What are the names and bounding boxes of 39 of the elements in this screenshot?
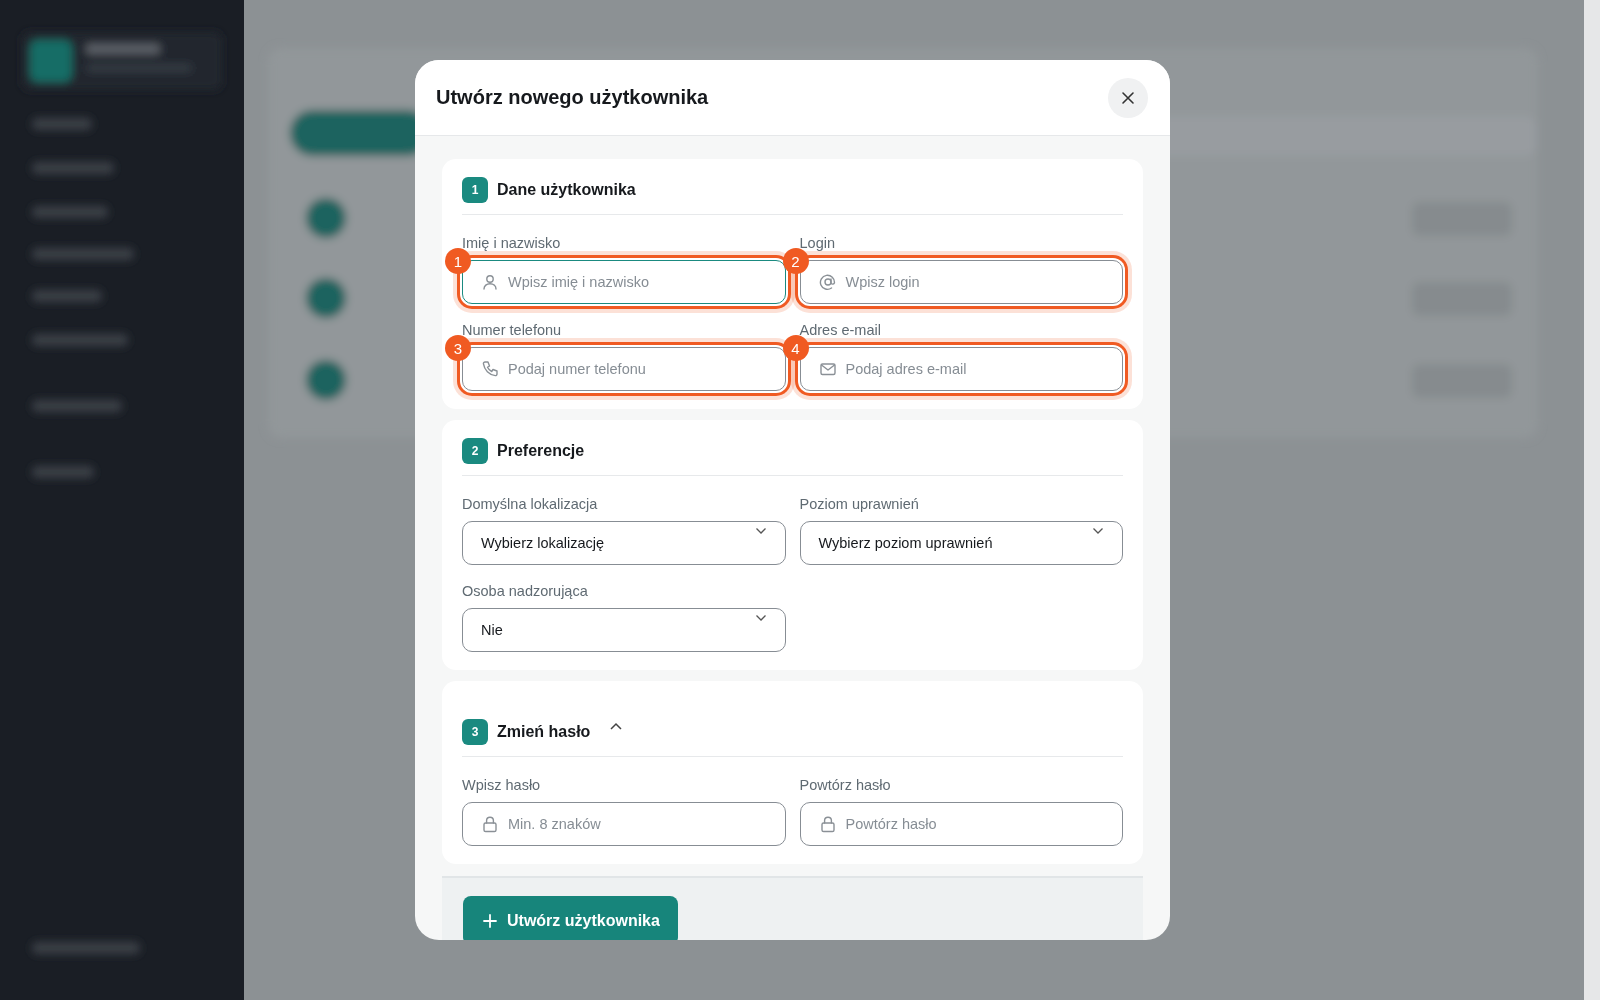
- field-label: Numer telefonu: [462, 322, 562, 338]
- step-badge: 3: [462, 719, 488, 745]
- padlock-icon: [818, 815, 837, 833]
- field-label: Osoba nadzorująca: [462, 583, 588, 599]
- at-sign-icon: [818, 273, 837, 291]
- close-icon: [1121, 90, 1135, 105]
- field-label: Poziom uprawnień: [799, 496, 919, 512]
- create-user-button[interactable]: Utwórz użytkownika: [463, 896, 678, 940]
- phone-icon: [481, 360, 499, 378]
- envelope-icon: [818, 360, 837, 378]
- annotation-marker: 3: [445, 335, 471, 361]
- dropdown[interactable]: Wybierz poziom uprawnień: [799, 521, 1123, 565]
- person-icon: [481, 273, 499, 291]
- dropdown[interactable]: Nie: [462, 608, 786, 652]
- input-field[interactable]: Min. 8 znaków: [462, 802, 786, 846]
- input-field[interactable]: Powtórz hasło: [799, 802, 1123, 846]
- annotation-marker: 1: [445, 248, 471, 274]
- annotation-marker: 4: [782, 335, 809, 361]
- padlock-icon: [481, 815, 499, 833]
- dropdown[interactable]: Wybierz lokalizację: [462, 521, 786, 565]
- field-label: Domyślna lokalizacja: [462, 496, 598, 512]
- step-badge: 1: [462, 177, 488, 203]
- step-badge: 2: [462, 438, 488, 464]
- chevron-down-icon: [754, 527, 767, 535]
- chevron-down-icon: [754, 614, 767, 622]
- field-label: Imię i nazwisko: [462, 235, 561, 251]
- field-label: Adres e-mail: [799, 322, 881, 338]
- chevron-down-icon: [1092, 527, 1104, 535]
- dialog-title: Utwórz nowego użytkownika: [436, 86, 709, 109]
- section-title: Dane użytkownika: [497, 181, 636, 199]
- section-title: Preferencje: [497, 442, 585, 460]
- field-label: Powtórz hasło: [799, 777, 891, 793]
- chevron-up-icon: [609, 721, 624, 731]
- plus-icon: [483, 913, 497, 928]
- annotation-marker: 2: [782, 248, 809, 274]
- close-button[interactable]: [1108, 77, 1148, 118]
- field-label: Wpisz hasło: [462, 777, 541, 793]
- field-label: Login: [799, 235, 835, 251]
- section-title: Zmień hasło: [497, 723, 591, 741]
